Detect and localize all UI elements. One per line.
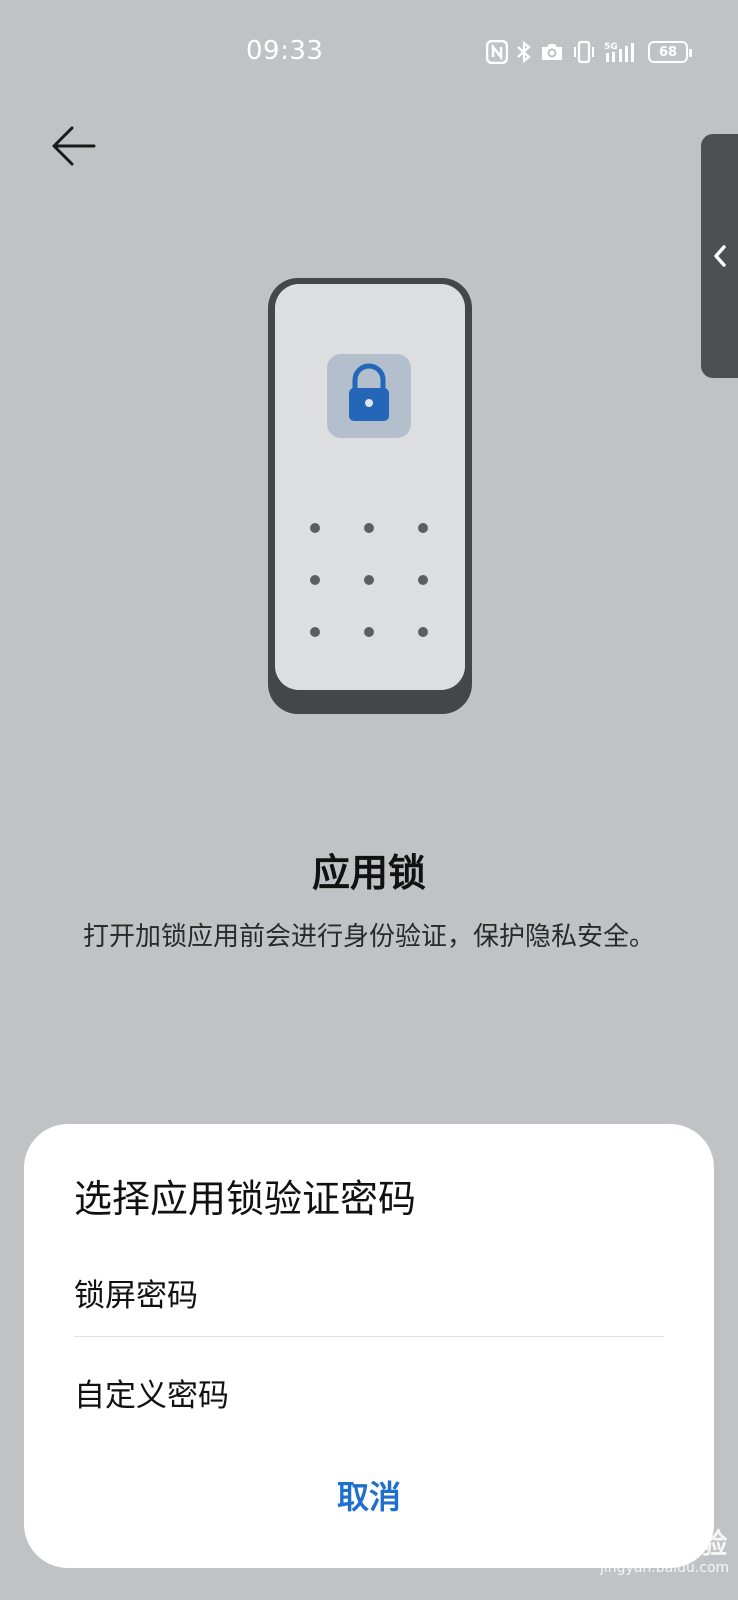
option-lockscreen-password[interactable]: 锁屏密码 xyxy=(74,1270,664,1315)
svg-text:5G: 5G xyxy=(604,42,618,52)
sheet-title: 选择应用锁验证密码 xyxy=(74,1177,417,1221)
lock-icon xyxy=(327,354,411,438)
chevron-left-icon xyxy=(713,245,726,267)
battery-level: 68 xyxy=(658,44,678,60)
password-choice-sheet: 选择应用锁验证密码 锁屏密码 自定义密码 取消 xyxy=(24,1124,714,1568)
signal-icon: 5G xyxy=(604,42,634,62)
divider xyxy=(74,1336,664,1337)
phone-illustration xyxy=(264,274,476,718)
back-button[interactable] xyxy=(46,118,102,174)
cancel-button[interactable]: 取消 xyxy=(24,1472,714,1518)
status-time: 09:33 xyxy=(246,36,324,66)
side-panel-handle[interactable] xyxy=(701,134,738,378)
nfc-icon xyxy=(486,40,508,64)
feature-title: 应用锁 xyxy=(311,851,426,895)
vibrate-icon xyxy=(574,40,594,64)
feature-description: 打开加锁应用前会进行身份验证，保护隐私安全。 xyxy=(82,922,655,952)
arrow-left-icon xyxy=(52,126,96,166)
watermark-url: jingyan.baidu.com xyxy=(600,1560,730,1576)
camera-icon xyxy=(542,44,562,60)
watermark-brand: Bai du 经验 xyxy=(562,1527,728,1560)
bluetooth-icon xyxy=(517,40,531,64)
option-custom-password[interactable]: 自定义密码 xyxy=(74,1370,664,1415)
battery-icon: 68 xyxy=(648,41,692,63)
status-icons: 5G 68 xyxy=(486,40,692,64)
status-bar: 09:33 5G 68 xyxy=(0,0,738,100)
